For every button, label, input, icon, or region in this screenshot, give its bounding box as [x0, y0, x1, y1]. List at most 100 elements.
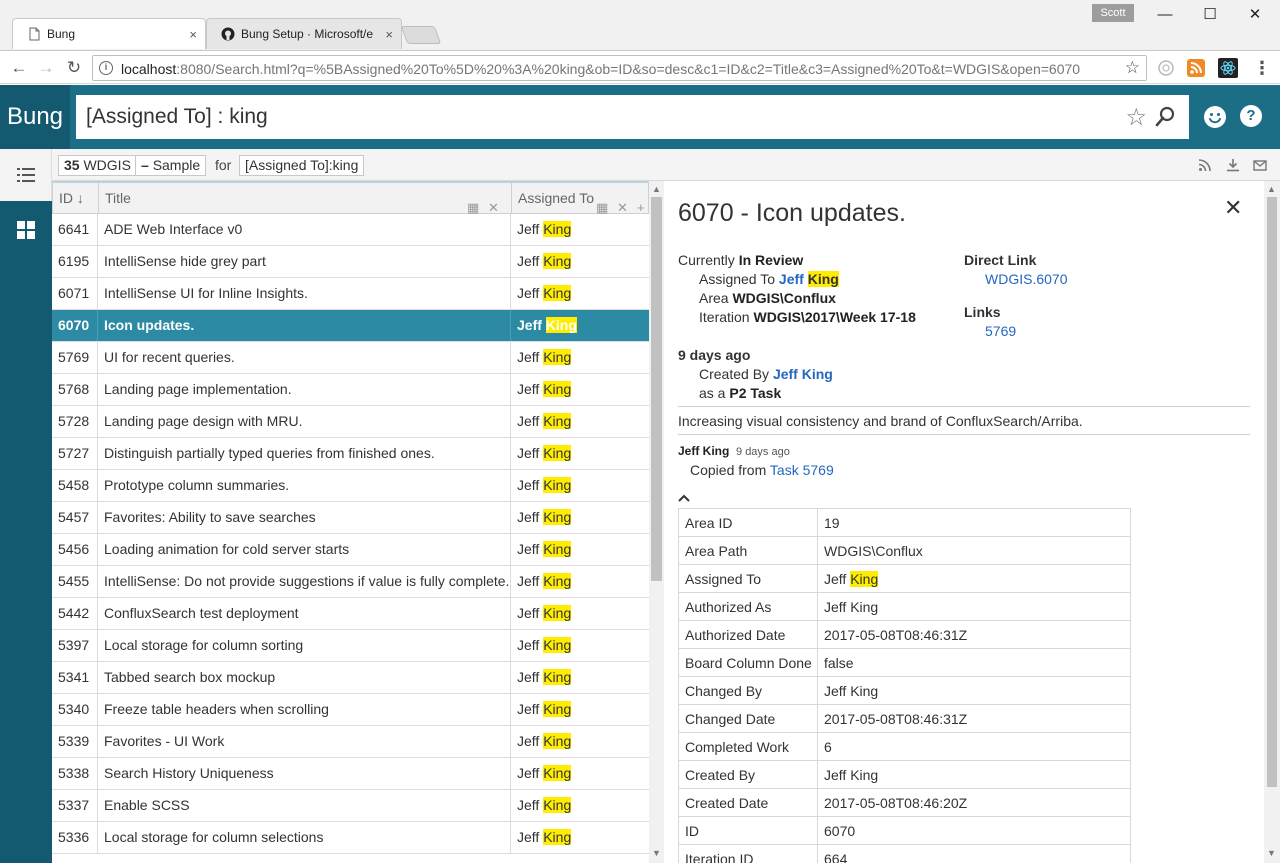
url-text[interactable]: localhost:8080/Search.html?q=%5BAssigned…	[121, 61, 1080, 77]
table-row[interactable]: 5457 Favorites: Ability to save searches J…	[52, 502, 649, 534]
table-row[interactable]: 5340 Freeze table headers when scrolling J…	[52, 694, 649, 726]
column-header-id[interactable]: ID ↓	[53, 183, 99, 214]
new-tab-button[interactable]	[400, 26, 442, 44]
table-row[interactable]: 5727 Distinguish partially typed queries …	[52, 438, 649, 470]
field-name: Completed Work	[678, 732, 818, 761]
table-row[interactable]: 5458 Prototype column summaries. Jeff King	[52, 470, 649, 502]
column-header-title[interactable]: Title ▦ ✕	[99, 183, 512, 215]
fields-table: Area ID 19 Area Path WDGIS\Conflux Assigned …	[678, 508, 1131, 863]
table-row[interactable]: 5442 ConfluxSearch test deployment Jeff Ki…	[52, 598, 649, 630]
table-row[interactable]: 5336 Local storage for column selections J…	[52, 822, 649, 854]
table-row[interactable]: 5341 Tabbed search box mockup Jeff King	[52, 662, 649, 694]
maximize-button[interactable]: ☐	[1195, 4, 1225, 26]
grid-scroll-thumb[interactable]	[651, 197, 662, 581]
cell-assigned-to: Jeff King	[517, 797, 572, 813]
rss-icon[interactable]	[1186, 58, 1206, 78]
brand-logo[interactable]: Bung	[0, 85, 70, 149]
chrome-menu-icon[interactable]: ⋮	[1250, 56, 1274, 80]
cell-assigned-to: Jeff King	[517, 573, 572, 589]
scroll-up-icon[interactable]: ▲	[1267, 184, 1276, 194]
field-name: Assigned To	[678, 564, 818, 593]
table-row[interactable]: 6195 IntelliSense hide grey part Jeff King	[52, 246, 649, 278]
minimize-button[interactable]: —	[1150, 4, 1180, 26]
tab-close-icon[interactable]: ×	[189, 19, 197, 49]
table-row[interactable]: 6070 Icon updates. Jeff King	[52, 310, 649, 342]
table-row[interactable]: 5728 Landing page design with MRU. Jeff Ki…	[52, 406, 649, 438]
feedback-smile-icon[interactable]	[1203, 105, 1227, 129]
links-label: Links	[964, 304, 1001, 320]
download-icon[interactable]	[1226, 158, 1240, 172]
created-by-link[interactable]: Jeff King	[773, 366, 833, 382]
help-icon[interactable]: ?	[1240, 105, 1262, 127]
field-name: Area Path	[678, 536, 818, 565]
extension-circle-icon[interactable]	[1156, 58, 1176, 78]
forward-arrow-icon[interactable]: →	[34, 56, 58, 80]
state-line: Currently In Review	[678, 252, 804, 268]
field-row: Changed Date 2017-05-08T08:46:31Z	[678, 704, 1131, 733]
collapse-chevron-icon[interactable]	[678, 494, 690, 502]
field-value: 6070	[817, 816, 1131, 845]
table-row[interactable]: 5455 IntelliSense: Do not provide suggest…	[52, 566, 649, 598]
back-arrow-icon[interactable]: ←	[7, 56, 31, 80]
column-header-assigned-to[interactable]: Assigned To ▦ ✕ +	[512, 183, 649, 215]
divider	[678, 434, 1250, 435]
search-icon[interactable]	[1153, 105, 1177, 129]
cell-assigned-to: Jeff King	[517, 637, 572, 653]
grid-scrollbar[interactable]: ▲ ▼	[649, 181, 664, 863]
cell-title: IntelliSense hide grey part	[98, 246, 511, 277]
field-name: Changed Date	[678, 704, 818, 733]
cell-id: 6195	[52, 246, 98, 277]
favorite-star-icon[interactable]: ☆	[1125, 103, 1147, 132]
table-row[interactable]: 5456 Loading animation for cold server st…	[52, 534, 649, 566]
bookmark-star-icon[interactable]: ☆	[1125, 58, 1140, 78]
result-count-chip[interactable]: 35 WDGIS	[58, 155, 137, 176]
assigned-user-link[interactable]: Jeff King	[779, 271, 839, 287]
window-close-button[interactable]: ✕	[1240, 4, 1270, 26]
scroll-up-icon[interactable]: ▲	[652, 184, 661, 194]
field-row: Iteration ID 664	[678, 844, 1131, 863]
tab-close-icon[interactable]: ×	[385, 19, 393, 49]
table-row[interactable]: 6641 ADE Web Interface v0 Jeff King	[52, 214, 649, 246]
profile-badge[interactable]: Scott	[1092, 4, 1134, 22]
mail-icon[interactable]	[1253, 158, 1267, 172]
field-row: Board Column Done false	[678, 648, 1131, 677]
tab-bung[interactable]: Bung ×	[12, 18, 206, 49]
table-row[interactable]: 5337 Enable SCSS Jeff King	[52, 790, 649, 822]
type-line: as a P2 Task	[699, 385, 782, 401]
grid-header: ID ↓ Title ▦ ✕ Assigned To ▦ ✕ +	[52, 181, 649, 215]
info-icon[interactable]: i	[99, 61, 113, 75]
search-box[interactable]: [Assigned To] : king ☆	[76, 95, 1189, 139]
react-devtools-icon[interactable]	[1218, 58, 1238, 78]
search-input[interactable]: [Assigned To] : king	[86, 95, 268, 139]
cell-title: Tabbed search box mockup	[98, 662, 511, 693]
query-chip[interactable]: [Assigned To]:king	[239, 155, 365, 176]
scroll-down-icon[interactable]: ▼	[1267, 848, 1276, 858]
table-row[interactable]: 5397 Local storage for column sorting Jeff…	[52, 630, 649, 662]
detail-scroll-thumb[interactable]	[1267, 197, 1277, 787]
nav-list-view[interactable]	[0, 149, 52, 201]
table-row[interactable]: 5339 Favorites - UI Work Jeff King	[52, 726, 649, 758]
cell-id: 5456	[52, 534, 98, 565]
table-row[interactable]: 6071 IntelliSense UI for Inline Insights.…	[52, 278, 649, 310]
detail-scrollbar[interactable]: ▲ ▼	[1264, 181, 1280, 863]
cell-assigned-to: Jeff King	[517, 253, 572, 269]
field-value: Jeff King	[817, 760, 1131, 789]
tab-bung-setup[interactable]: Bung Setup · Microsoft/e ×	[206, 18, 402, 49]
grid-icon[interactable]	[17, 221, 35, 239]
scroll-down-icon[interactable]: ▼	[652, 848, 661, 858]
table-row[interactable]: 5768 Landing page implementation. Jeff Kin…	[52, 374, 649, 406]
cell-title: Prototype column summaries.	[98, 470, 511, 501]
field-value: 2017-05-08T08:46:31Z	[817, 620, 1131, 649]
field-name: ID	[678, 816, 818, 845]
sample-chip[interactable]: – Sample	[135, 155, 207, 176]
table-row[interactable]: 5338 Search History Uniqueness Jeff King	[52, 758, 649, 790]
field-name: Board Column Done	[678, 648, 818, 677]
address-bar[interactable]: i localhost:8080/Search.html?q=%5BAssign…	[92, 55, 1147, 81]
comment-task-link[interactable]: Task 5769	[770, 462, 834, 478]
related-link[interactable]: 5769	[985, 323, 1016, 339]
close-icon[interactable]: ✕	[1224, 195, 1242, 221]
rss-feed-icon[interactable]	[1198, 158, 1212, 172]
table-row[interactable]: 5769 UI for recent queries. Jeff King	[52, 342, 649, 374]
direct-link[interactable]: WDGIS.6070	[985, 271, 1067, 287]
reload-icon[interactable]: ↻	[62, 56, 86, 80]
